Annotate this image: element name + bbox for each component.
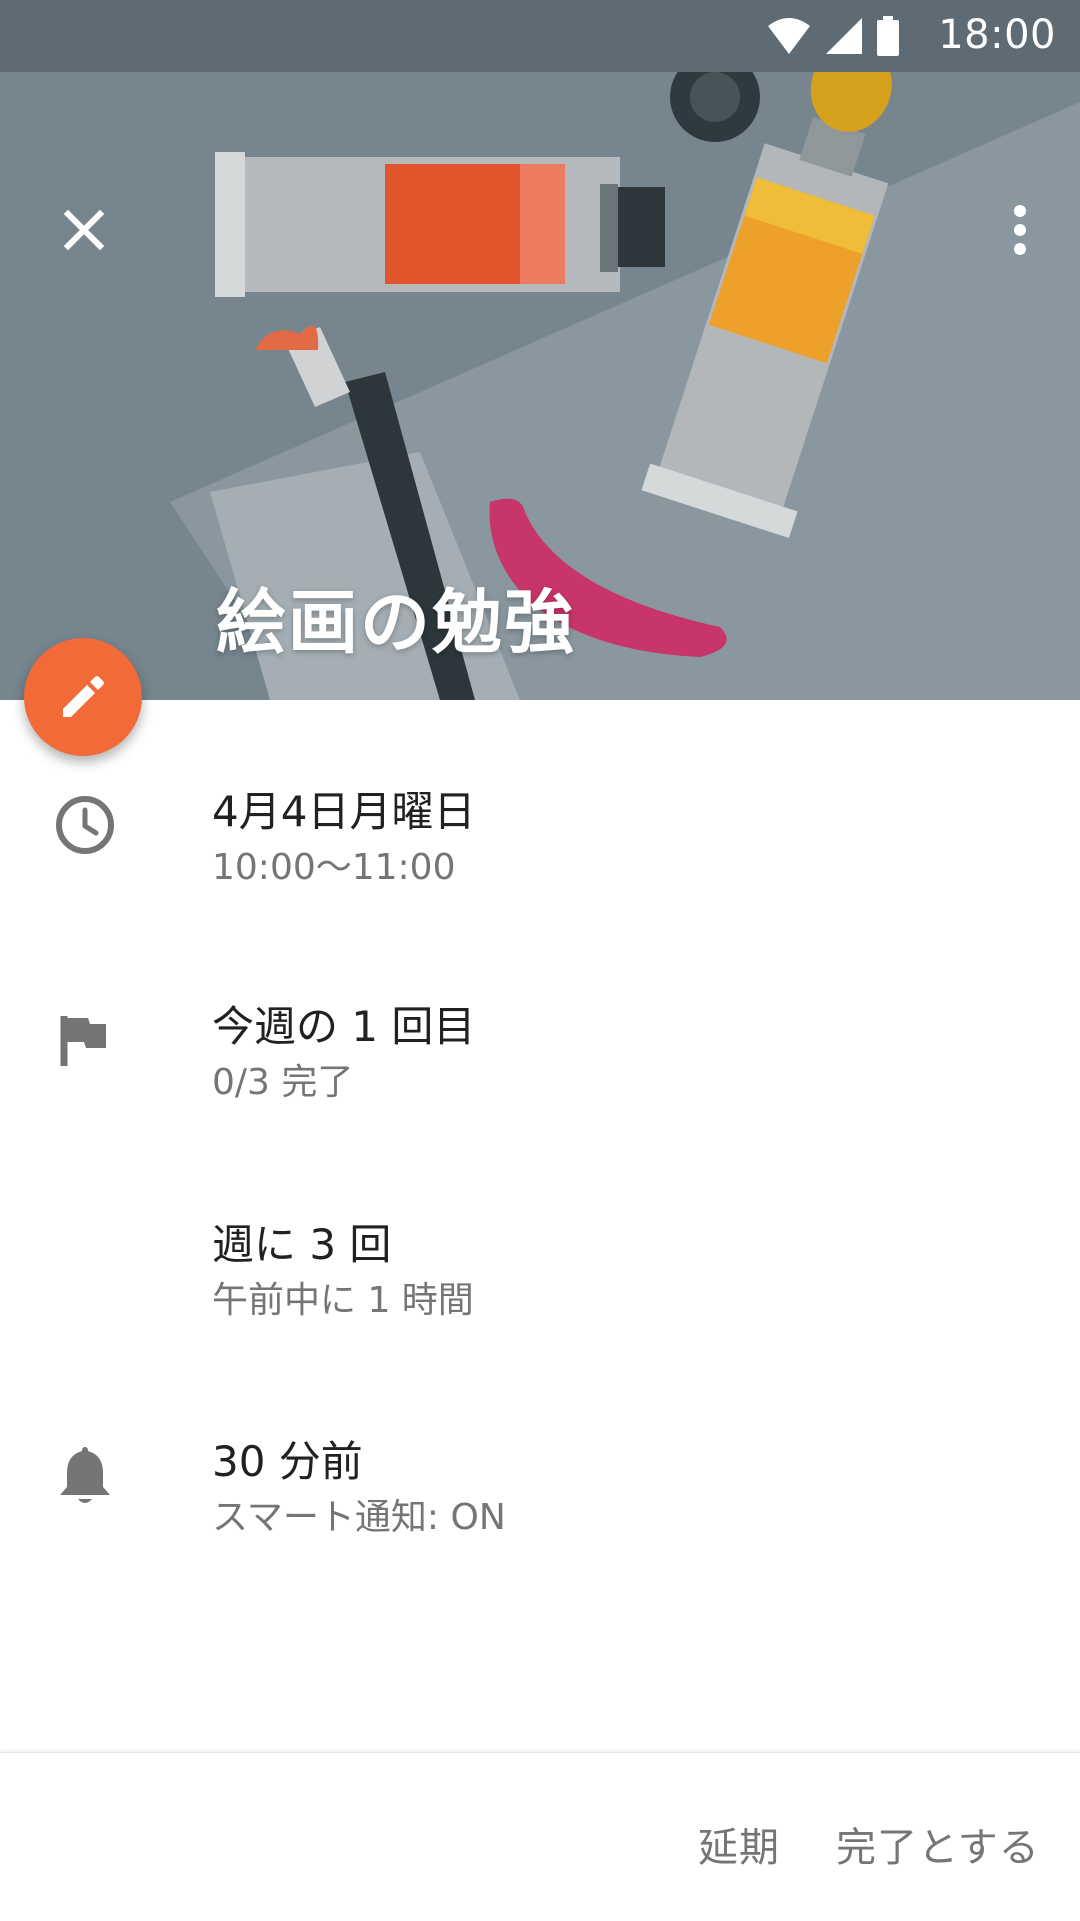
detail-row-datetime[interactable]: 4月4日月曜日 10:00〜11:00 (0, 780, 1080, 930)
detail-date: 4月4日月曜日 (212, 787, 476, 836)
hero-header: 絵画の勉強 (0, 72, 1080, 700)
status-bar: 18:00 (0, 0, 1080, 72)
edit-fab-button[interactable] (24, 638, 142, 756)
bell-icon (40, 1430, 130, 1520)
detail-duration: 午前中に 1 時間 (212, 1280, 474, 1321)
more-options-button[interactable] (972, 182, 1068, 278)
postpone-button[interactable]: 延期 (698, 1815, 780, 1873)
detail-time-range: 10:00〜11:00 (212, 847, 456, 888)
detail-row-frequency[interactable]: 週に 3 回 午前中に 1 時間 (0, 1213, 1080, 1363)
red-paint-tube (215, 152, 665, 297)
signal-icon (826, 18, 862, 54)
page-title: 絵画の勉強 (216, 581, 576, 664)
wifi-icon (768, 18, 810, 54)
detail-occurrence: 今週の 1 回目 (212, 1002, 476, 1051)
close-icon (63, 209, 105, 251)
detail-smart-notification: スマート通知: ON (212, 1497, 506, 1538)
detail-row-notification[interactable]: 30 分前 スマート通知: ON (0, 1430, 1080, 1580)
status-time: 18:00 (938, 12, 1056, 58)
battery-icon (877, 16, 899, 56)
detail-frequency: 週に 3 回 (212, 1220, 392, 1269)
flag-icon (40, 995, 130, 1085)
detail-row-goal[interactable]: 今週の 1 回目 0/3 完了 (0, 995, 1080, 1145)
status-icons (766, 16, 900, 56)
bottom-action-bar: 延期 完了とする (0, 1752, 1080, 1921)
mark-complete-button[interactable]: 完了とする (836, 1815, 1040, 1873)
edit-pencil-icon (63, 676, 104, 717)
detail-progress: 0/3 完了 (212, 1062, 354, 1103)
close-button[interactable] (36, 182, 132, 278)
clock-icon (40, 780, 130, 870)
more-vert-icon (1014, 205, 1026, 255)
detail-reminder: 30 分前 (212, 1437, 363, 1486)
